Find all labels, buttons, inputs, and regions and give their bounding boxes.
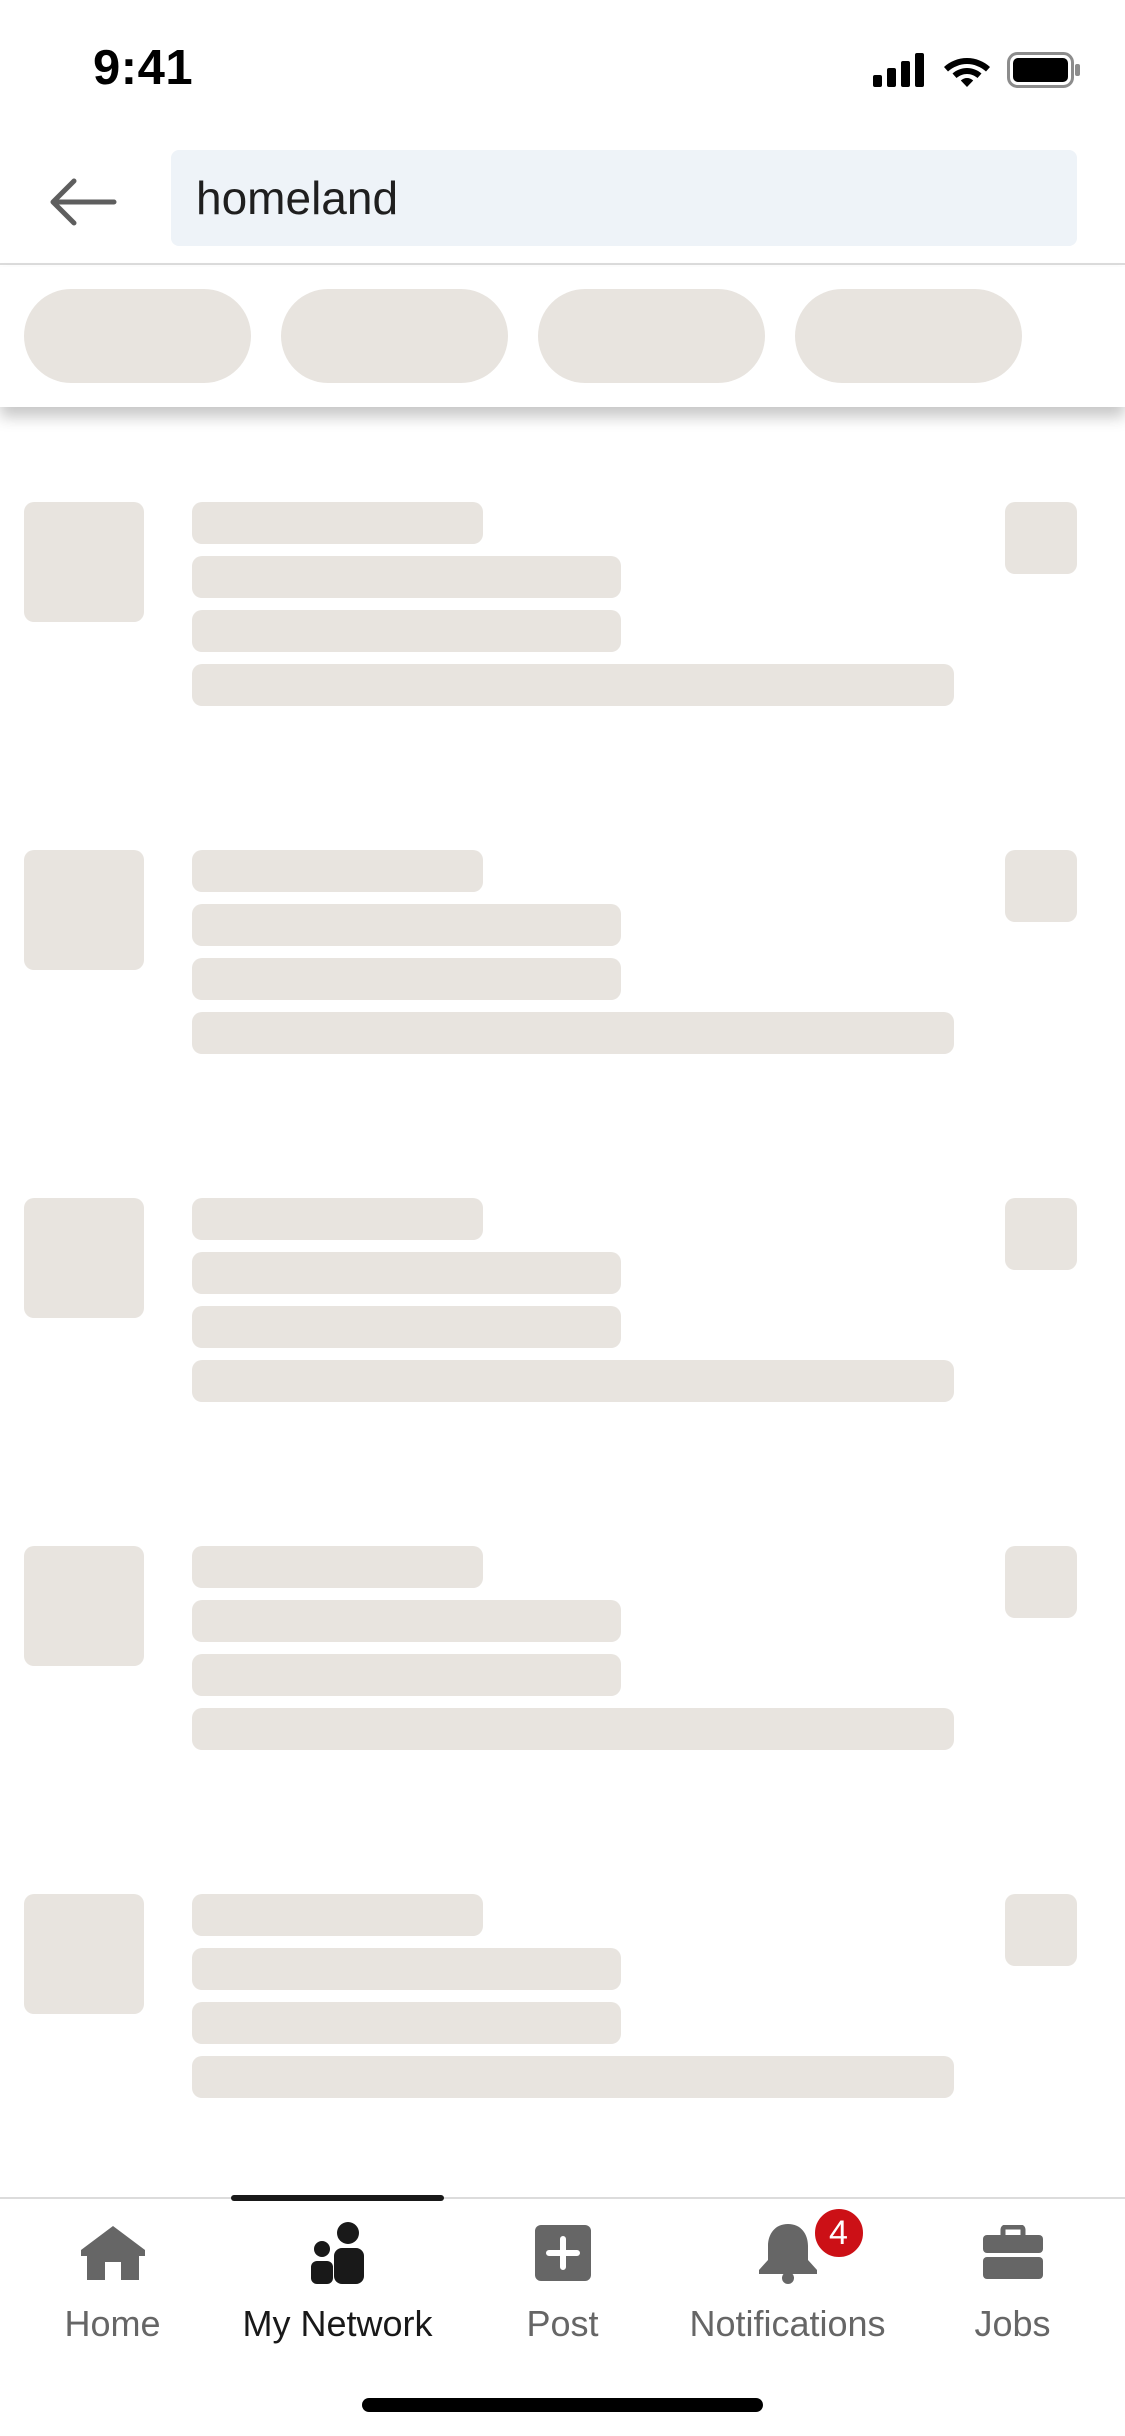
skeleton-result-row [0,850,1125,1070]
filter-pill-placeholder [795,289,1022,383]
briefcase-icon [978,2221,1048,2285]
skeleton-line [192,2002,621,2044]
skeleton-line [192,1252,621,1294]
nav-label: My Network [242,2303,433,2344]
search-header [0,135,1125,265]
skeleton-result-row [0,1894,1125,2114]
skeleton-line [192,610,621,652]
search-results-list [0,407,1125,2197]
status-bar: 9:41 [0,0,1125,135]
skeleton-line [192,1306,621,1348]
skeleton-line [192,1708,954,1750]
search-field[interactable] [171,150,1077,246]
skeleton-result-row [0,1546,1125,1766]
filter-pill-placeholder [538,289,765,383]
skeleton-result-row [0,1198,1125,1418]
status-time: 9:41 [93,41,194,95]
filter-pill-placeholder [24,289,251,383]
nav-tab-post[interactable]: Post [450,2199,675,2349]
skeleton-avatar [24,850,144,970]
skeleton-line [192,1654,621,1696]
skeleton-line [192,1948,621,1990]
skeleton-line [192,1894,483,1936]
notification-badge: 4 [810,2205,867,2261]
bell-icon: 4 [753,2205,867,2285]
skeleton-line [192,664,954,706]
skeleton-line [192,1012,954,1054]
skeleton-action-button [1005,850,1077,922]
filter-pill-bar [0,267,1125,407]
nav-label: Jobs [974,2303,1051,2344]
nav-tab-notifications[interactable]: 4 Notifications [675,2199,900,2349]
cellular-signal-icon [873,53,924,87]
home-indicator[interactable] [362,2398,763,2412]
skeleton-avatar [24,1546,144,1666]
battery-icon [1007,52,1080,88]
arrow-left-icon [50,178,117,226]
skeleton-avatar [24,502,144,622]
filter-pill-placeholder [281,289,508,383]
wifi-icon [944,58,990,87]
people-icon [303,2221,373,2285]
skeleton-line [192,2056,954,2098]
app-screen: 9:41 homeland Home My Network Post 4 Not… [0,0,1125,2436]
skeleton-line [192,904,621,946]
search-input[interactable] [196,171,1077,225]
skeleton-line [192,1198,483,1240]
nav-label: Notifications [689,2303,886,2344]
back-button[interactable] [38,157,128,247]
skeleton-line [192,850,483,892]
skeleton-line [192,958,621,1000]
nav-tab-jobs[interactable]: Jobs [900,2199,1125,2349]
home-icon [78,2221,148,2285]
skeleton-action-button [1005,1198,1077,1270]
skeleton-avatar [24,1198,144,1318]
status-icons [873,50,1081,90]
skeleton-action-button [1005,502,1077,574]
skeleton-line [192,1600,621,1642]
skeleton-avatar [24,1894,144,2014]
nav-tab-my-network[interactable]: My Network [225,2199,450,2349]
skeleton-action-button [1005,1546,1077,1618]
nav-tab-home[interactable]: Home [0,2199,225,2349]
skeleton-action-button [1005,1894,1077,1966]
plus-square-icon [528,2221,598,2285]
skeleton-line [192,556,621,598]
skeleton-line [192,502,483,544]
skeleton-result-row [0,502,1125,722]
nav-label: Post [526,2303,599,2344]
skeleton-line [192,1360,954,1402]
skeleton-line [192,1546,483,1588]
nav-label: Home [64,2303,161,2344]
